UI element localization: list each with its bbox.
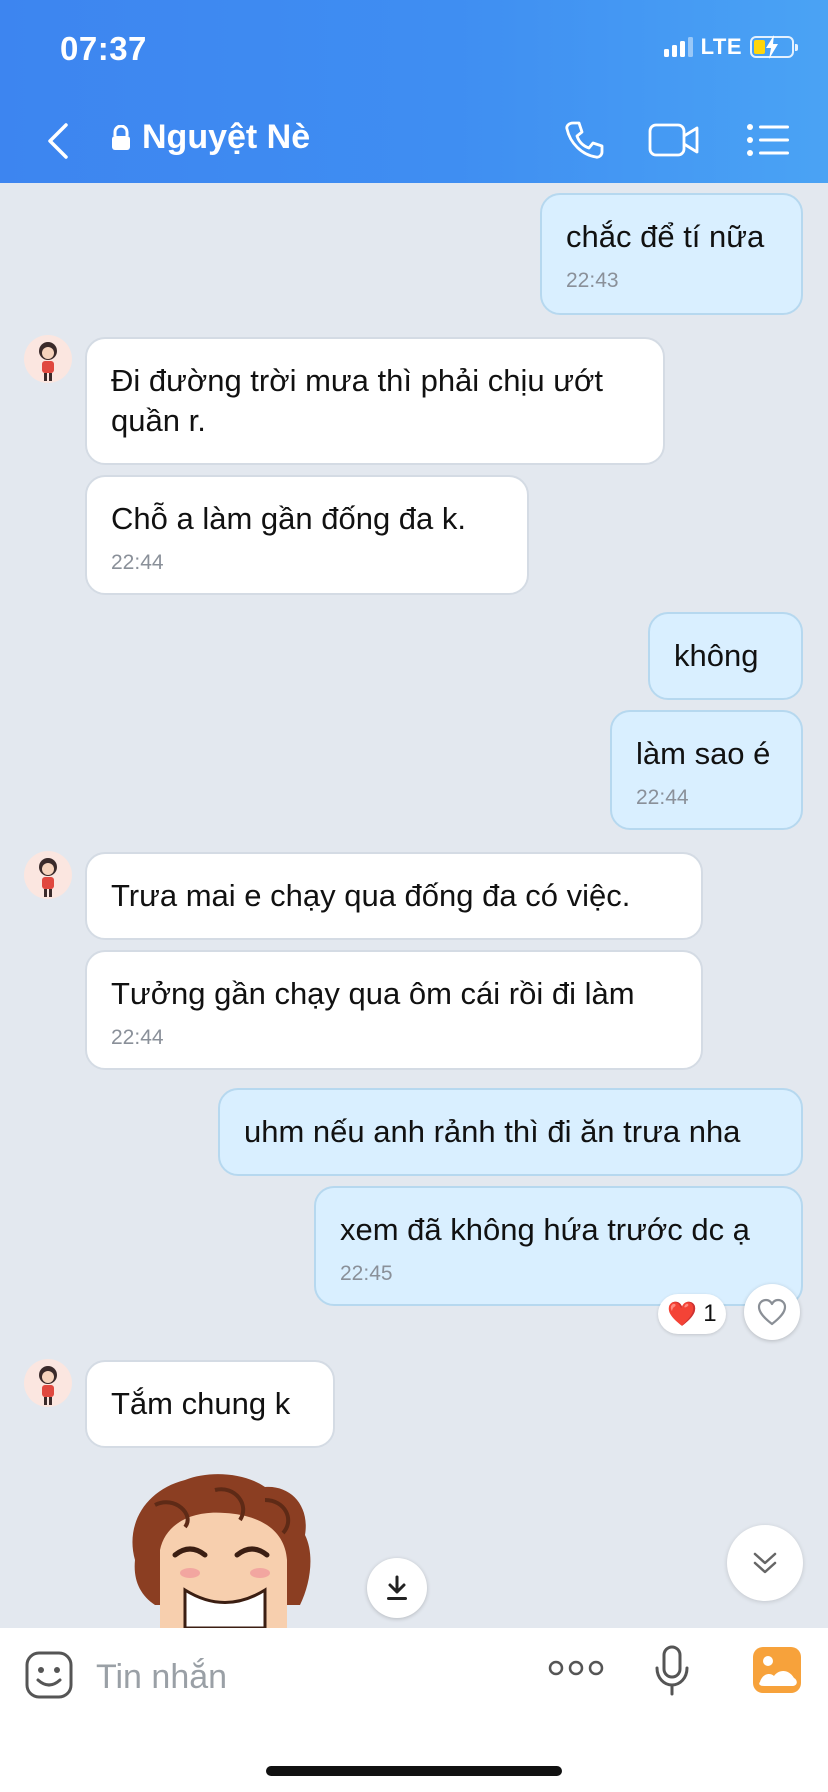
conversation-title[interactable]: Nguyệt Nè xyxy=(110,118,310,157)
sticker-face-icon xyxy=(25,1651,73,1699)
heart-outline-icon xyxy=(757,1298,787,1326)
microphone-icon xyxy=(655,1645,689,1696)
contact-avatar[interactable] xyxy=(24,1359,72,1407)
message-bubble-incoming[interactable]: Chỗ a làm gần đống đa k. 22:44 xyxy=(85,475,529,595)
reaction-count: 1 xyxy=(703,1300,717,1327)
sticker-image[interactable] xyxy=(115,1465,335,1628)
double-chevron-down-icon xyxy=(753,1552,777,1574)
chevron-left-icon xyxy=(48,123,68,159)
message-bubble-incoming[interactable]: Trưa mai e chạy qua đống đa có việc. xyxy=(85,852,703,940)
contact-name: Nguyệt Nè xyxy=(142,118,311,156)
home-indicator xyxy=(266,1766,562,1776)
message-text: Chỗ a làm gần đống đa k. xyxy=(111,501,467,536)
message-text: chắc để tí nữa xyxy=(566,219,765,254)
message-bubble-incoming[interactable]: Đi đường trời mưa thì phải chịu ướt quần… xyxy=(85,337,665,465)
contact-avatar[interactable] xyxy=(24,851,72,899)
message-time: 22:44 xyxy=(111,1026,164,1049)
message-text: Trưa mai e chạy qua đống đa có việc. xyxy=(111,878,631,913)
scroll-to-bottom-button[interactable] xyxy=(727,1525,803,1601)
message-bubble-outgoing[interactable]: không xyxy=(648,612,803,700)
options-menu-button[interactable] xyxy=(742,116,794,164)
message-time: 22:44 xyxy=(111,551,164,574)
list-menu-icon xyxy=(747,124,789,156)
gallery-button[interactable] xyxy=(752,1646,802,1699)
reaction-summary[interactable]: ❤️ 1 xyxy=(658,1294,726,1334)
message-text: Tắm chung k xyxy=(111,1386,291,1421)
message-time: 22:45 xyxy=(340,1262,393,1285)
download-button[interactable] xyxy=(367,1558,427,1618)
voice-call-button[interactable] xyxy=(558,116,610,164)
message-bubble-outgoing[interactable]: uhm nếu anh rảnh thì đi ăn trưa nha xyxy=(218,1088,803,1176)
status-indicators: LTE xyxy=(663,34,798,60)
back-button[interactable] xyxy=(40,118,76,164)
message-bubble-outgoing[interactable]: làm sao é 22:44 xyxy=(610,710,803,830)
message-text: uhm nếu anh rảnh thì đi ăn trưa nha xyxy=(244,1114,741,1149)
video-call-button[interactable] xyxy=(648,116,700,164)
signal-icon xyxy=(663,37,693,57)
message-composer xyxy=(0,1628,828,1792)
download-icon xyxy=(387,1575,407,1600)
battery-icon xyxy=(750,35,798,59)
image-gallery-icon xyxy=(753,1647,801,1693)
lock-icon xyxy=(112,124,130,150)
react-button[interactable] xyxy=(744,1284,800,1340)
status-time: 07:37 xyxy=(60,30,147,67)
message-text: Đi đường trời mưa thì phải chịu ướt quần… xyxy=(111,363,603,438)
heart-icon: ❤️ xyxy=(667,1300,698,1328)
message-text: Tưởng gần chạy qua ôm cái rồi đi làm xyxy=(111,976,635,1011)
contact-avatar[interactable] xyxy=(24,335,72,383)
message-bubble-outgoing[interactable]: xem đã không hứa trước dc ạ 22:45 xyxy=(314,1186,803,1306)
message-text: xem đã không hứa trước dc ạ xyxy=(340,1212,750,1247)
message-bubble-outgoing[interactable]: chắc để tí nữa 22:43 xyxy=(540,193,803,315)
phone-icon xyxy=(565,121,604,159)
message-time: 22:43 xyxy=(566,269,619,292)
message-text: làm sao é xyxy=(636,736,771,771)
message-time: 22:44 xyxy=(636,786,689,809)
message-input[interactable] xyxy=(94,1654,518,1700)
message-bubble-incoming[interactable]: Tưởng gần chạy qua ôm cái rồi đi làm 22:… xyxy=(85,950,703,1070)
message-text: không xyxy=(674,638,759,673)
emoji-button[interactable] xyxy=(24,1650,74,1705)
more-options-button[interactable] xyxy=(548,1658,604,1683)
chat-header: 07:37 LTE Nguyệt Nè xyxy=(0,0,828,183)
video-camera-icon xyxy=(648,123,699,157)
more-dots-icon xyxy=(548,1660,604,1676)
network-label: LTE xyxy=(700,34,742,59)
message-bubble-incoming[interactable]: Tắm chung k xyxy=(85,1360,335,1448)
voice-message-button[interactable] xyxy=(652,1644,692,1703)
